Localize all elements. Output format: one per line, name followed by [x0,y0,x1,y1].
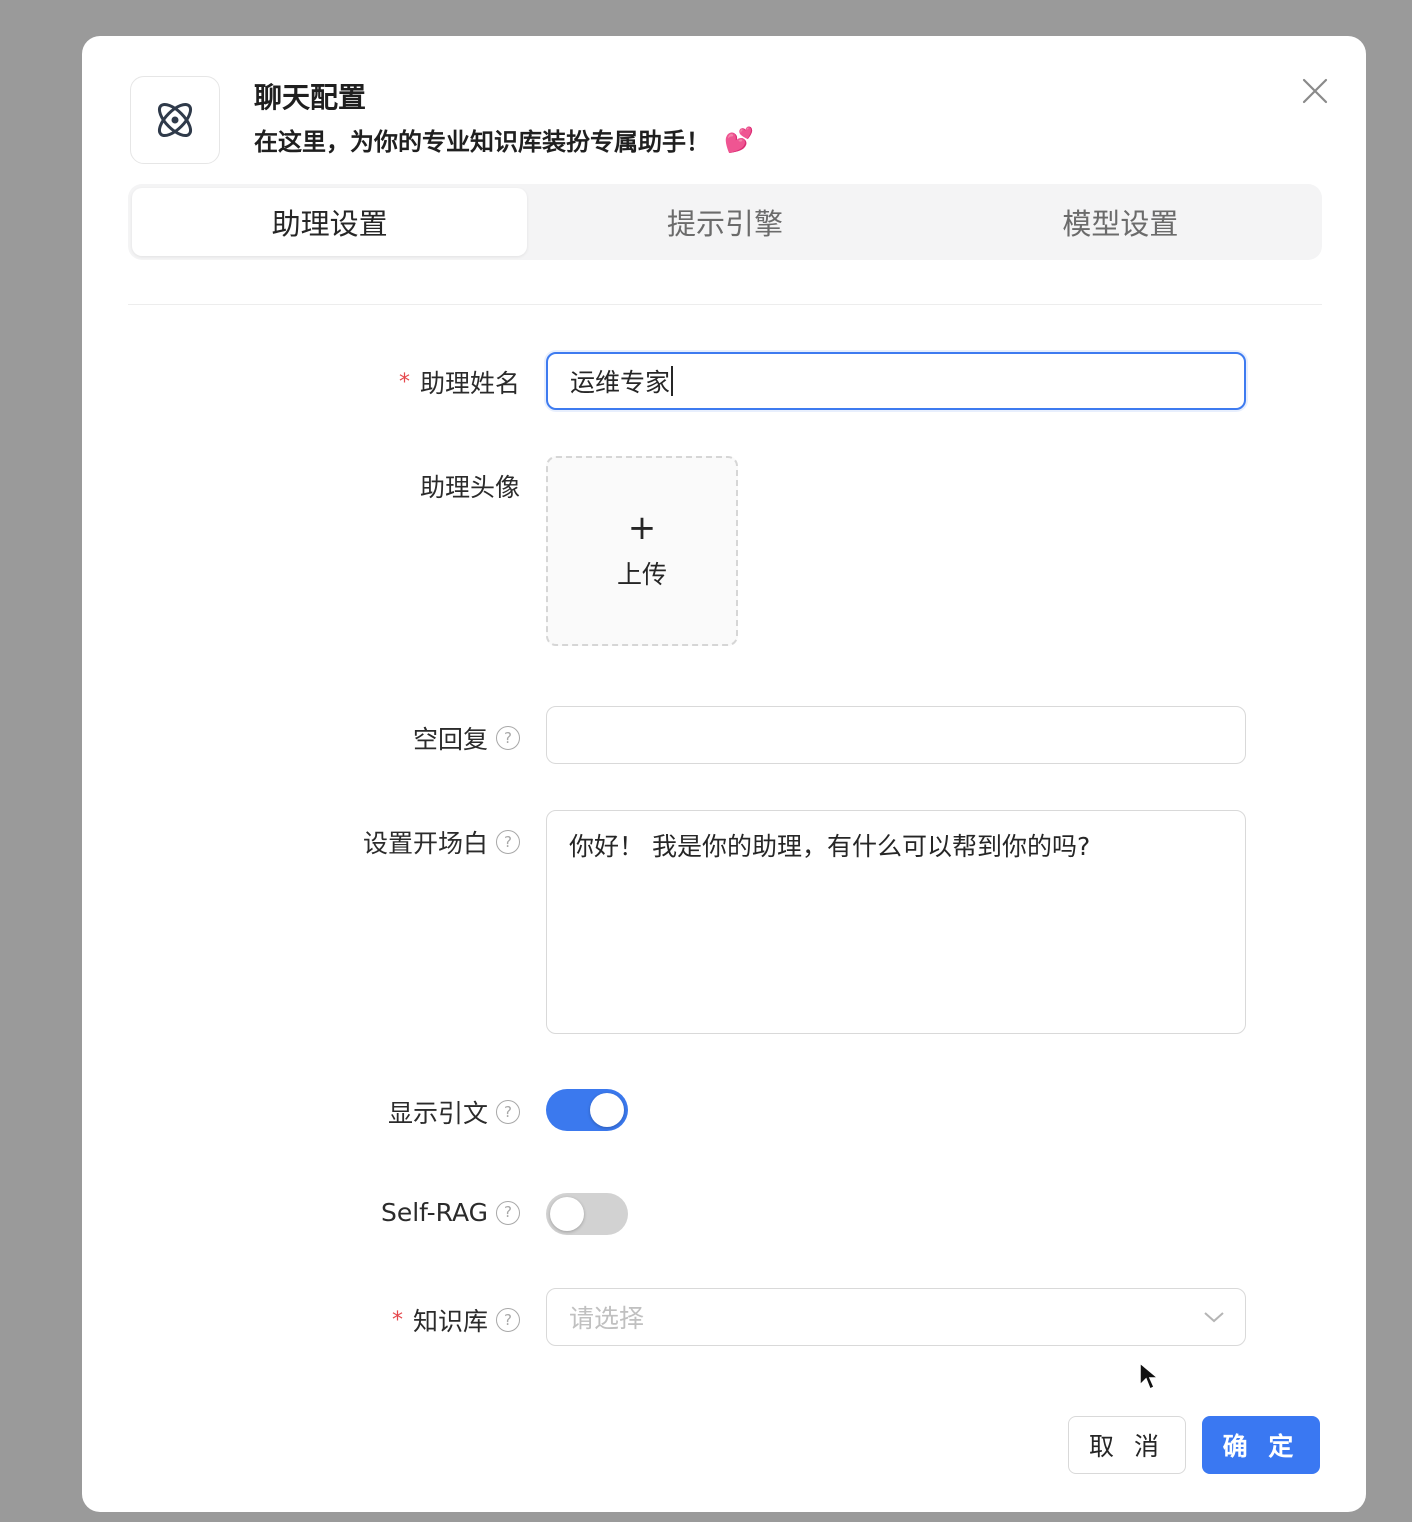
close-icon [1302,78,1328,104]
empty-reply-label: 空回复 ? [413,720,520,756]
empty-reply-input[interactable] [546,706,1246,764]
show-citation-label-text: 显示引文 [387,1099,488,1128]
opening-line-label-text: 设置开场白 [362,829,488,858]
knowledge-base-select[interactable]: 请选择 [546,1288,1246,1346]
tab-model-settings[interactable]: 模型设置 [923,188,1318,256]
avatar-label-text: 助理头像 [419,473,520,502]
assistant-name-input[interactable]: 运维专家 [546,352,1246,410]
select-placeholder: 请选择 [569,1304,645,1333]
help-icon[interactable]: ? [496,830,520,854]
tab-prompt-engine[interactable]: 提示引擎 [527,188,922,256]
text-caret [671,366,674,396]
chevron-down-icon [1204,1312,1224,1323]
self-rag-label-text: Self-RAG [380,1198,488,1227]
knowledge-base-label: * 知识库 ? [392,1302,520,1338]
chat-config-dialog: 聊天配置 在这里，为你的专业知识库装扮专属助手！ 💕 助理设置 提示引擎 模型设… [82,36,1366,1512]
toggle-knob [550,1197,584,1231]
knowledge-base-label-text: 知识库 [412,1307,488,1336]
required-mark: * [391,1307,403,1333]
help-icon[interactable]: ? [496,1308,520,1332]
assistant-name-label-text: 助理姓名 [419,369,520,398]
hearts-emoji-icon: 💕 [724,125,754,154]
plus-icon: + [627,508,657,548]
dialog-subtitle-text: 在这里，为你的专业知识库装扮专属助手！ [254,128,710,156]
atom-icon [130,76,220,164]
toggle-knob [590,1093,624,1127]
assistant-name-value: 运维专家 [570,368,671,397]
divider [128,304,1322,305]
opening-line-label: 设置开场白 ? [363,824,520,860]
tab-assistant-settings[interactable]: 助理设置 [132,188,528,256]
opening-line-textarea[interactable]: 你好！ 我是你的助理，有什么可以帮到你的吗? [546,810,1246,1034]
opening-line-value: 你好！ 我是你的助理，有什么可以帮到你的吗? [569,832,1091,861]
avatar-label: 助理头像 [420,468,520,504]
required-mark: * [398,369,410,395]
assistant-name-label: * 助理姓名 [399,364,520,400]
show-citation-label: 显示引文 ? [388,1094,520,1130]
self-rag-label: Self-RAG ? [381,1198,520,1227]
show-citation-toggle[interactable] [546,1089,628,1131]
settings-tabs: 助理设置 提示引擎 模型设置 [128,184,1322,260]
confirm-button[interactable]: 确 定 [1202,1416,1320,1474]
empty-reply-label-text: 空回复 [412,725,488,754]
help-icon[interactable]: ? [496,1200,520,1225]
dialog-subtitle: 在这里，为你的专业知识库装扮专属助手！ 💕 [254,122,754,157]
mouse-pointer-icon [1139,1361,1160,1391]
cancel-button[interactable]: 取 消 [1068,1416,1186,1474]
self-rag-toggle[interactable] [546,1193,628,1235]
help-icon[interactable]: ? [496,726,520,750]
close-button[interactable] [1296,72,1334,110]
upload-label: 上传 [616,560,667,589]
help-icon[interactable]: ? [496,1100,520,1124]
dialog-title: 聊天配置 [254,81,367,114]
avatar-upload-button[interactable]: + 上传 [546,456,738,646]
